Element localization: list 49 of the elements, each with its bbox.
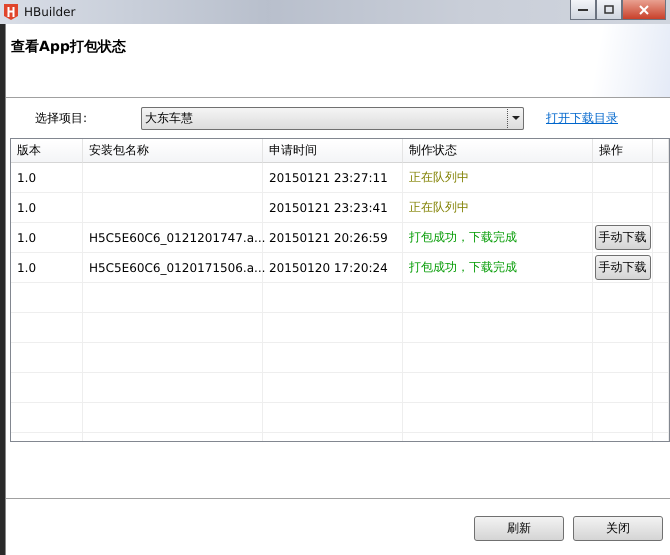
status-cell: 正在队列中	[403, 193, 593, 223]
table-cell: 20150120 17:20:24	[263, 253, 403, 283]
column-header[interactable]: 版本	[11, 139, 83, 163]
empty-cell	[653, 283, 669, 313]
table-cell: 1.0	[11, 253, 83, 283]
minimize-button[interactable]	[570, 0, 596, 20]
download-button[interactable]: 手动下载	[594, 255, 650, 280]
table-cell: 1.0	[11, 223, 83, 253]
column-header[interactable]: 申请时间	[263, 139, 403, 163]
window-title: HBuilder	[24, 5, 76, 19]
empty-cell	[11, 373, 83, 403]
empty-cell	[653, 403, 669, 433]
table-cell: H5C5E60C6_0120171506.a...	[83, 253, 263, 283]
minimize-icon	[578, 8, 588, 12]
refresh-button[interactable]: 刷新	[474, 516, 564, 541]
table-cell: H5C5E60C6_0121201747.a...	[83, 223, 263, 253]
empty-cell	[11, 343, 83, 373]
column-header	[653, 139, 669, 163]
column-header[interactable]: 安装包名称	[83, 139, 263, 163]
column-header[interactable]: 操作	[593, 139, 653, 163]
column-header[interactable]: 制作状态	[403, 139, 593, 163]
open-folder-link[interactable]: 打开下载目录	[546, 110, 618, 126]
close-icon	[639, 4, 649, 14]
table-cell: 20150121 23:27:11	[263, 163, 403, 193]
dropdown-arrow-icon	[512, 116, 520, 120]
close-button[interactable]	[622, 0, 666, 20]
app-logo-icon	[4, 4, 18, 20]
close-dialog-button[interactable]: 关闭	[573, 516, 663, 541]
empty-cell	[11, 283, 83, 313]
maximize-icon	[604, 5, 614, 14]
empty-cell	[653, 313, 669, 343]
empty-cell	[593, 163, 653, 193]
empty-cell	[653, 193, 669, 223]
download-button[interactable]: 手动下载	[594, 225, 650, 250]
empty-cell	[653, 343, 669, 373]
table-cell: 20150121 20:26:59	[263, 223, 403, 253]
dialog-title: 查看App打包状态	[11, 39, 126, 55]
table-cell: 1.0	[11, 163, 83, 193]
status-cell: 打包成功，下载完成	[403, 223, 593, 253]
project-dropdown[interactable]: 大东车慧	[141, 106, 524, 130]
table-cell: 20150121 23:23:41	[263, 193, 403, 223]
table-cell: 1.0	[11, 193, 83, 223]
status-cell: 打包成功，下载完成	[403, 253, 593, 283]
empty-cell	[653, 373, 669, 403]
empty-cell	[11, 313, 83, 343]
project-label: 选择项目:	[35, 110, 88, 126]
status-cell: 正在队列中	[403, 163, 593, 193]
empty-cell	[11, 403, 83, 433]
maximize-button[interactable]	[596, 0, 622, 20]
